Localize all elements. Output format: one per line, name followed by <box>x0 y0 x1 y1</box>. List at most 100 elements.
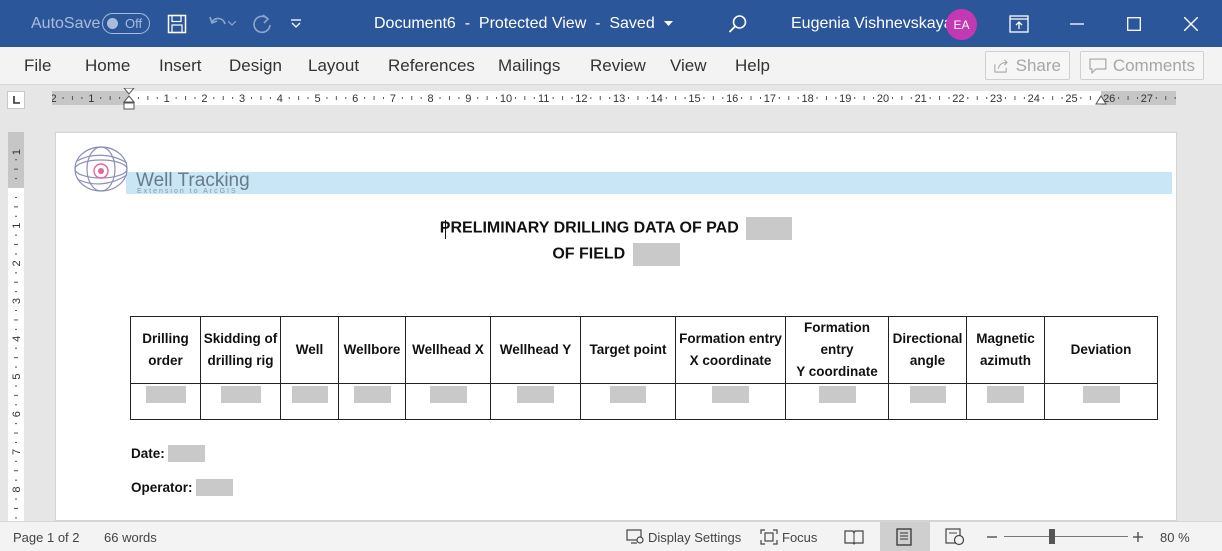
horizontal-ruler-ticks: 2 1 1 2 3 4 5 6 7 8 9 10 11 12 13 14 15 16 17 18 19 20 21 22 23 2… <box>52 93 1176 105</box>
well-tracking-logo-icon <box>74 146 128 192</box>
tab-design[interactable]: Design <box>229 47 282 85</box>
tab-review[interactable]: Review <box>590 47 646 85</box>
cell-placeholder[interactable] <box>909 386 946 403</box>
tab-file[interactable]: File <box>24 47 51 85</box>
operator-field[interactable]: Operator: <box>131 479 233 496</box>
table-cell[interactable] <box>405 383 491 420</box>
table-header-cell[interactable]: Wellbore <box>338 316 406 384</box>
header-text: Formation entry <box>804 320 870 357</box>
tab-mailings[interactable]: Mailings <box>498 47 560 85</box>
zoom-out-icon[interactable] <box>986 522 998 551</box>
tab-selector[interactable] <box>7 91 25 109</box>
zoom-level[interactable]: 80 % <box>1160 522 1190 551</box>
table-header-cell[interactable]: Magnetic azimuth <box>966 316 1045 384</box>
autosave-toggle[interactable]: Off <box>102 13 150 34</box>
table-cell[interactable] <box>675 383 786 420</box>
table-header-cell[interactable]: Wellhead X <box>405 316 491 384</box>
cell-placeholder[interactable] <box>353 386 391 403</box>
date-placeholder[interactable] <box>167 445 205 462</box>
close-icon[interactable] <box>1171 0 1211 47</box>
tab-layout[interactable]: Layout <box>308 47 359 85</box>
user-name[interactable]: Eugenia Vishnevskaya <box>791 0 953 47</box>
zoom-slider-thumb[interactable] <box>1049 529 1055 544</box>
cell-placeholder[interactable] <box>987 386 1024 403</box>
customize-toolbar-icon[interactable] <box>276 0 316 47</box>
tab-view[interactable]: View <box>670 47 707 85</box>
table-cell[interactable] <box>888 383 967 420</box>
pad-placeholder[interactable] <box>746 217 793 240</box>
focus-icon <box>760 529 778 545</box>
focus-button[interactable]: Focus <box>760 522 817 551</box>
print-layout-icon[interactable] <box>895 522 913 551</box>
drilling-data-table[interactable]: Drilling order Skidding of drilling rig Well… <box>130 316 1158 420</box>
table-cell[interactable] <box>200 383 281 420</box>
table-cell[interactable] <box>338 383 406 420</box>
ruler-label: 2 <box>52 93 57 105</box>
table-cell[interactable] <box>580 383 676 420</box>
date-field[interactable]: Date: <box>131 445 205 462</box>
avatar[interactable]: EA <box>946 9 977 40</box>
zoom-in-icon[interactable] <box>1132 522 1144 551</box>
table-header-cell[interactable]: Target point <box>580 316 676 384</box>
save-icon[interactable] <box>157 0 197 47</box>
right-indent-marker-icon[interactable] <box>1095 95 1107 107</box>
ruler-label: 25 <box>1065 93 1077 105</box>
table-cell[interactable] <box>130 383 201 420</box>
document-title[interactable]: Document6 - Protected View - Saved <box>374 0 673 47</box>
table-header-cell[interactable]: Drilling order <box>130 316 201 384</box>
table-cell[interactable] <box>785 383 889 420</box>
cell-placeholder[interactable] <box>220 386 261 403</box>
ribbon-display-options-icon[interactable] <box>999 0 1039 47</box>
zoom-slider-track[interactable] <box>1004 536 1128 537</box>
table-header-cell[interactable]: Skidding of drilling rig <box>200 316 281 384</box>
cell-placeholder[interactable] <box>429 386 467 403</box>
cell-placeholder[interactable] <box>610 386 646 403</box>
tab-insert[interactable]: Insert <box>159 47 202 85</box>
heading-line-2[interactable]: OF FIELD <box>56 243 1176 266</box>
tab-home[interactable]: Home <box>85 47 130 85</box>
comments-button[interactable]: Comments <box>1080 51 1204 80</box>
read-mode-icon[interactable] <box>844 522 864 551</box>
cell-placeholder[interactable] <box>818 386 856 403</box>
table-cell[interactable] <box>966 383 1045 420</box>
operator-label: Operator: <box>131 480 193 495</box>
table-header-cell[interactable]: Well <box>280 316 339 384</box>
table-header-cell[interactable]: Directional angle <box>888 316 967 384</box>
header-band <box>126 172 1172 194</box>
table-cell[interactable] <box>280 383 339 420</box>
field-placeholder[interactable] <box>632 243 680 266</box>
comment-icon <box>1089 57 1107 74</box>
header-text: drilling rig <box>207 353 274 368</box>
minimize-icon[interactable] <box>1057 0 1097 47</box>
web-layout-icon[interactable] <box>945 522 965 551</box>
page-count[interactable]: Page 1 of 2 <box>13 522 80 551</box>
indent-marker-icon[interactable] <box>123 88 135 110</box>
table-header-cell[interactable]: Formation entry Y coordinate <box>785 316 889 384</box>
table-cell[interactable] <box>490 383 581 420</box>
heading-line-1[interactable]: PRELIMINARY DRILLING DATA OF PAD <box>56 217 1176 240</box>
operator-placeholder[interactable] <box>195 479 233 496</box>
horizontal-ruler[interactable]: 2 1 1 2 3 4 5 6 7 8 9 10 11 12 13 14 15 16 17 18 19 20 21 22 23 2… <box>52 88 1176 110</box>
word-count[interactable]: 66 words <box>104 522 157 551</box>
cell-placeholder[interactable] <box>712 386 749 403</box>
ruler-label: 13 <box>613 93 625 105</box>
header-text: Wellbore <box>343 342 401 357</box>
vertical-ruler[interactable]: 1 1 2 3 4 5 6 7 8 <box>8 132 24 521</box>
share-button[interactable]: Share <box>985 51 1070 80</box>
cell-placeholder[interactable] <box>517 386 554 403</box>
undo-dropdown-icon[interactable] <box>224 0 240 47</box>
maximize-icon[interactable] <box>1114 0 1154 47</box>
document-page[interactable]: Well Tracking Extension to ArcGIS PRELIM… <box>55 132 1177 521</box>
table-header-cell[interactable]: Formation entry X coordinate <box>675 316 786 384</box>
share-icon <box>994 59 1008 73</box>
cell-placeholder[interactable] <box>1082 386 1120 403</box>
cell-placeholder[interactable] <box>145 386 186 403</box>
tab-help[interactable]: Help <box>735 47 770 85</box>
table-header-cell[interactable]: Wellhead Y <box>490 316 581 384</box>
table-header-cell[interactable]: Deviation <box>1044 316 1158 384</box>
display-settings-button[interactable]: Display Settings <box>626 522 741 551</box>
table-cell[interactable] <box>1044 383 1158 420</box>
search-icon[interactable] <box>718 0 758 47</box>
cell-placeholder[interactable] <box>291 386 328 403</box>
tab-references[interactable]: References <box>388 47 475 85</box>
